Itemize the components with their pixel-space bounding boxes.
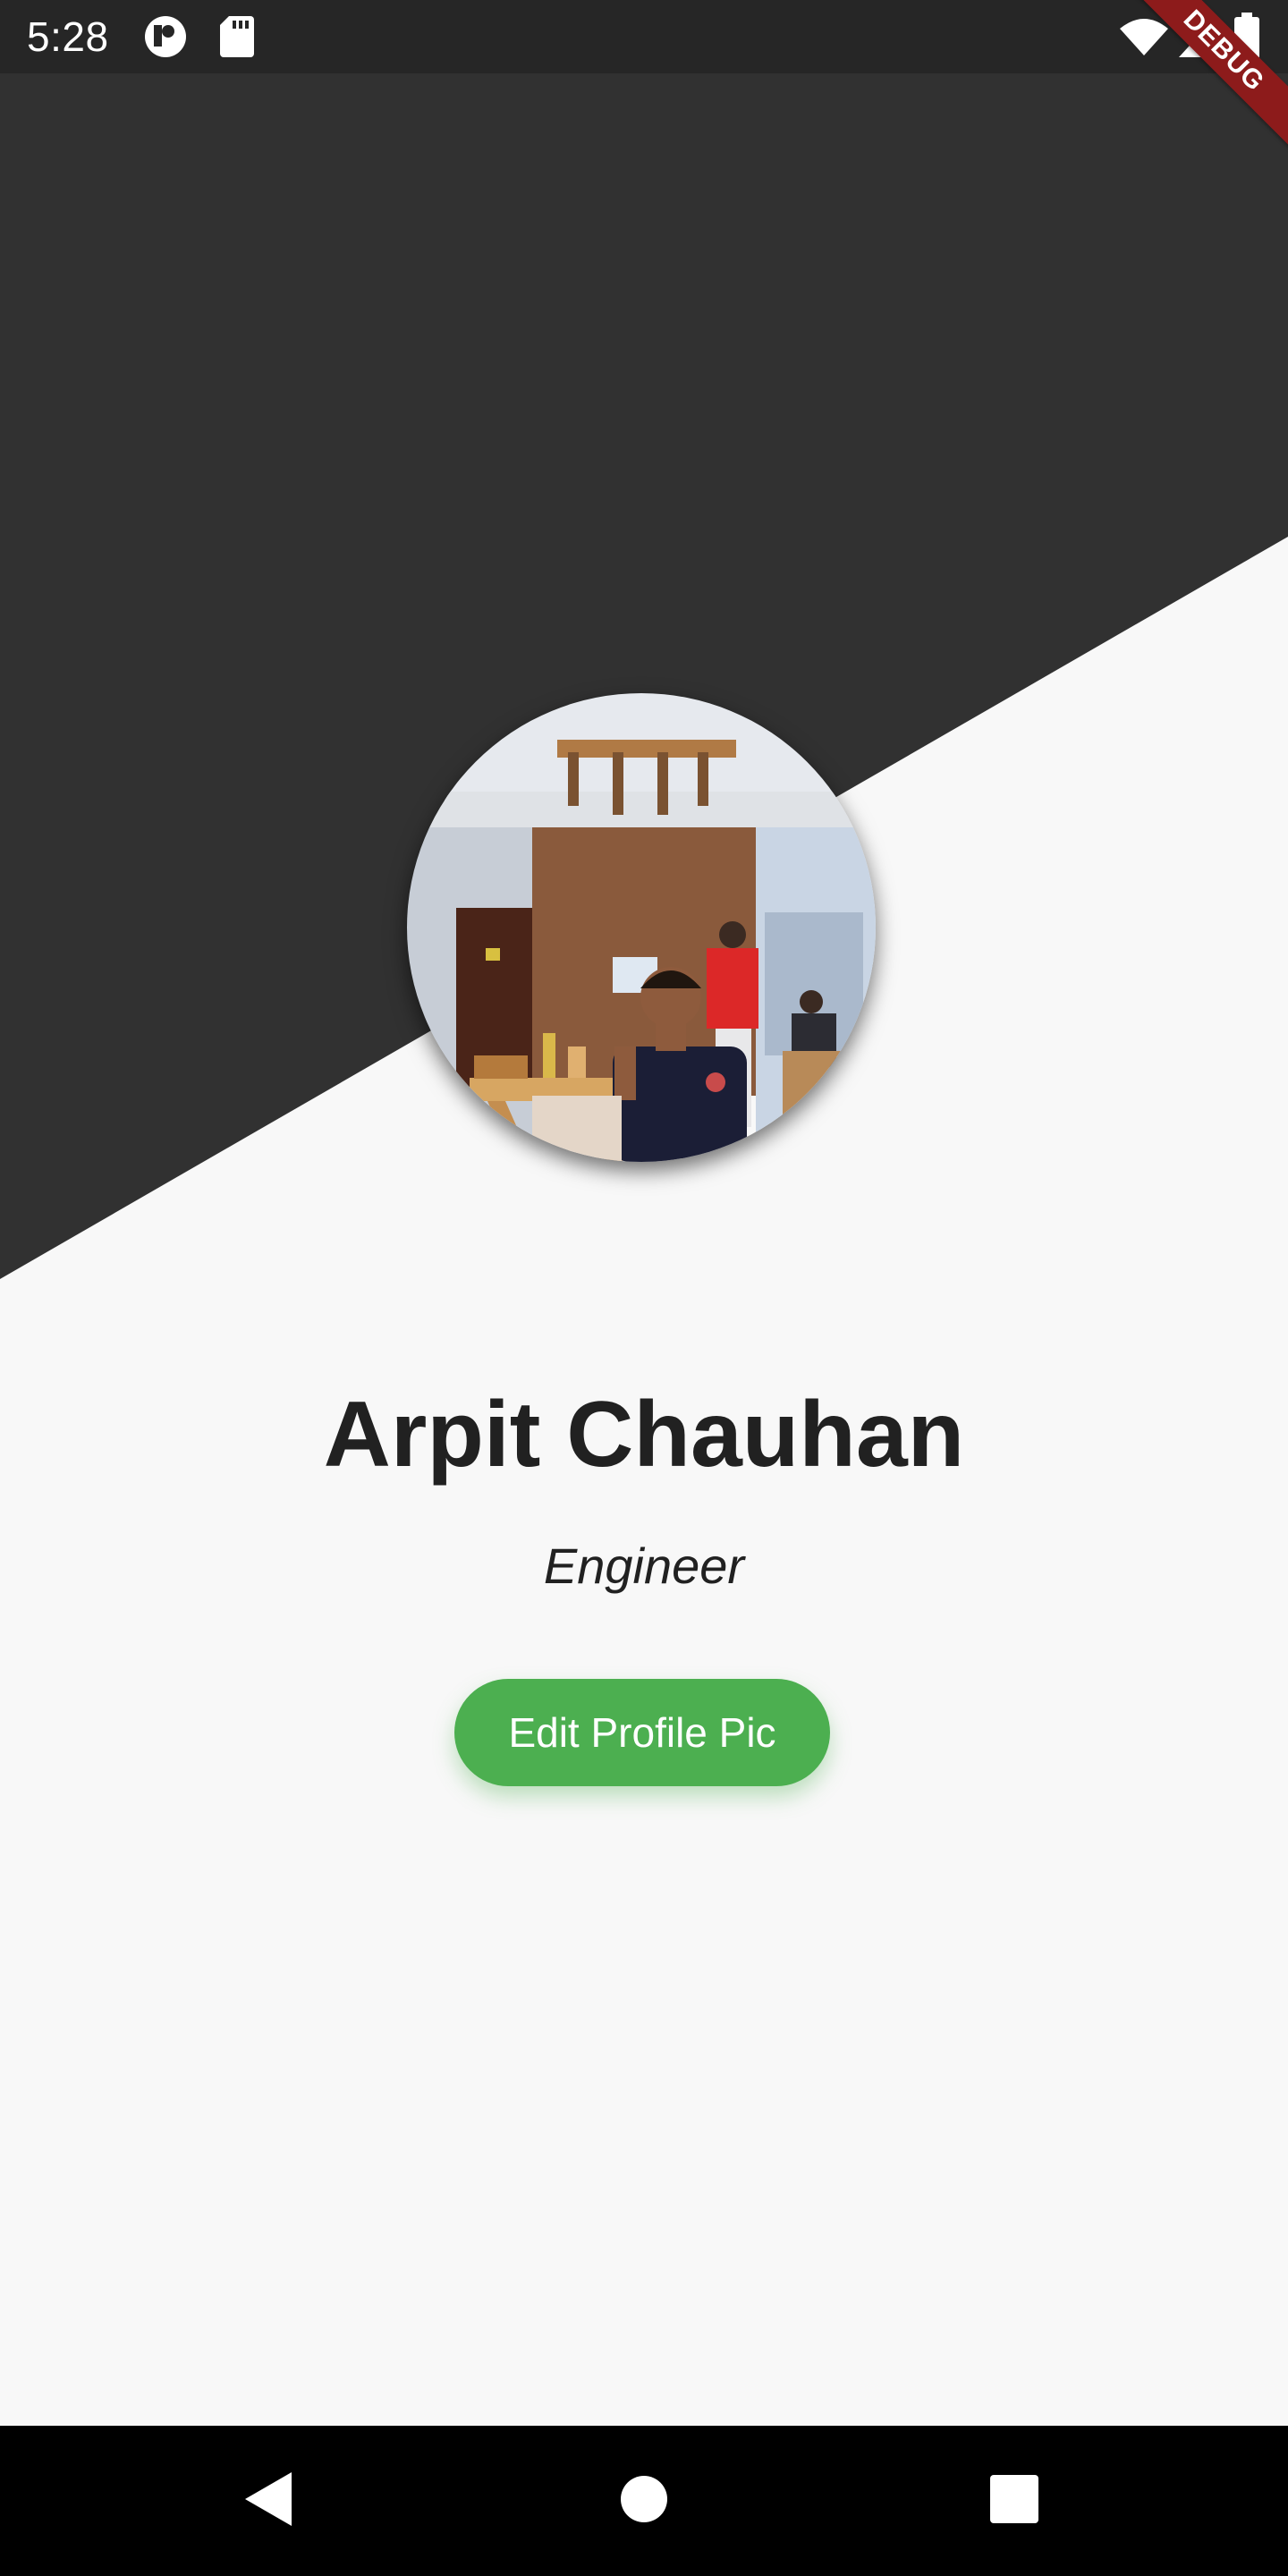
nav-recents-button[interactable]	[943, 2426, 1086, 2576]
profile-role: Engineer	[543, 1538, 745, 1594]
status-time: 5:28	[27, 13, 109, 60]
profile-name: Arpit Chauhan	[323, 1383, 965, 1487]
edit-profile-pic-button[interactable]: Edit Profile Pic	[454, 1679, 830, 1786]
wifi-icon	[1120, 18, 1168, 55]
app-logo-icon	[143, 16, 188, 57]
nav-back-button[interactable]	[199, 2426, 342, 2576]
home-icon	[620, 2475, 668, 2528]
profile-avatar[interactable]	[407, 693, 876, 1162]
navigation-bar	[0, 2426, 1288, 2576]
nav-home-button[interactable]	[572, 2426, 716, 2576]
back-icon	[245, 2471, 295, 2530]
status-bar: 5:28	[0, 0, 1288, 73]
profile-screen: 5:28 DEBUG Arpit Chauhan Engineer Edit P…	[0, 0, 1288, 2576]
sd-card-icon	[220, 16, 254, 57]
recents-icon	[990, 2474, 1038, 2528]
